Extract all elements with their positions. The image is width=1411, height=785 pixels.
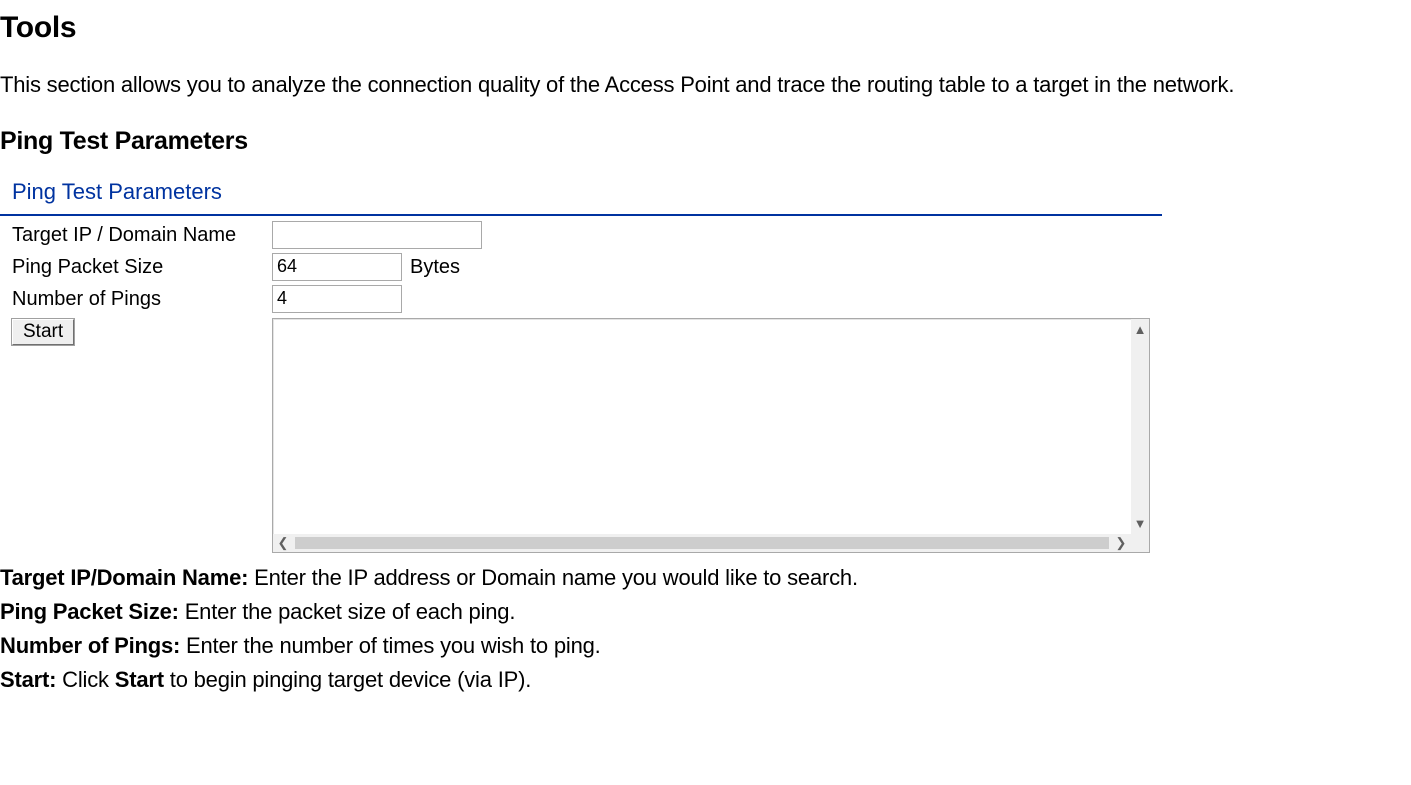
definitions-list: Target IP/Domain Name: Enter the IP addr… <box>0 561 1411 697</box>
page-description: This section allows you to analyze the c… <box>0 68 1411 101</box>
scroll-left-icon[interactable]: ❮ <box>273 536 293 549</box>
number-of-pings-input[interactable] <box>272 285 402 313</box>
ping-parameters-panel: Ping Test Parameters Target IP / Domain … <box>0 175 1162 553</box>
ping-parameters-heading: Ping Test Parameters <box>0 123 1411 161</box>
packet-size-unit: Bytes <box>410 252 460 282</box>
def-desc-start-pre: Click <box>56 667 115 692</box>
vertical-scrollbar[interactable]: ▲ ▼ <box>1131 319 1149 534</box>
scroll-right-icon[interactable]: ❯ <box>1111 536 1131 549</box>
def-desc-start-bold: Start <box>115 667 164 692</box>
start-button[interactable]: Start <box>12 319 74 345</box>
def-desc-packet: Enter the packet size of each ping. <box>179 599 515 624</box>
def-desc-start-post: to begin pinging target device (via IP). <box>164 667 531 692</box>
page-title: Tools <box>0 5 1411 50</box>
scroll-corner <box>1131 534 1149 552</box>
horizontal-scrollbar[interactable]: ❮ ❯ <box>273 534 1131 552</box>
label-number-of-pings: Number of Pings <box>12 284 272 314</box>
label-packet-size: Ping Packet Size <box>12 252 272 282</box>
def-desc-pings: Enter the number of times you wish to pi… <box>180 633 600 658</box>
scroll-up-icon[interactable]: ▲ <box>1134 323 1147 336</box>
scroll-down-icon[interactable]: ▼ <box>1134 517 1147 530</box>
scroll-thumb[interactable] <box>295 537 1109 549</box>
label-target-ip: Target IP / Domain Name <box>12 220 272 250</box>
def-term-packet: Ping Packet Size: <box>0 599 179 624</box>
ping-output-textarea[interactable]: ▲ ▼ ❮ ❯ <box>272 318 1150 553</box>
def-term-target: Target IP/Domain Name: <box>0 565 248 590</box>
panel-title: Ping Test Parameters <box>0 175 1162 216</box>
def-term-pings: Number of Pings: <box>0 633 180 658</box>
target-ip-input[interactable] <box>272 221 482 249</box>
packet-size-input[interactable] <box>272 253 402 281</box>
def-term-start: Start: <box>0 667 56 692</box>
def-desc-target: Enter the IP address or Domain name you … <box>248 565 858 590</box>
